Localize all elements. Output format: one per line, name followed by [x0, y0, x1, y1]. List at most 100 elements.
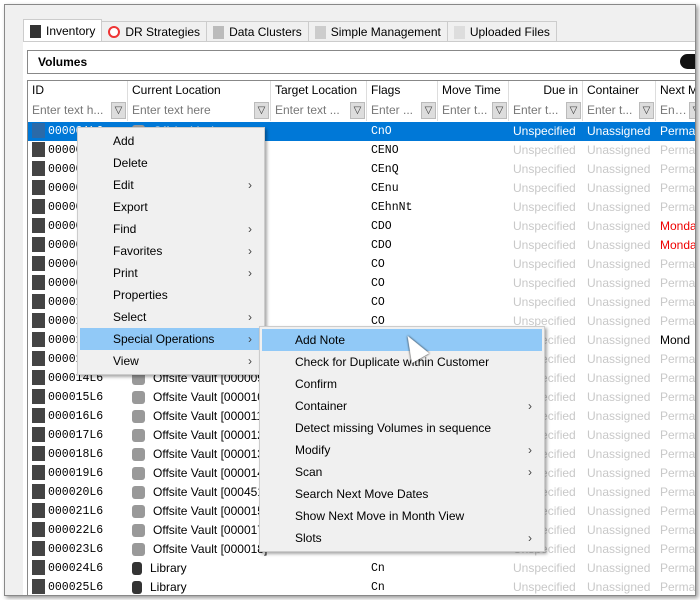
container: Unassigned — [583, 160, 656, 179]
due-in: Unspecified — [509, 160, 583, 179]
flags: CDO — [367, 217, 438, 236]
due-in: Unspecified — [509, 217, 583, 236]
menu-item-check-for-duplicate-within-customer[interactable]: Check for Duplicate within Customer — [262, 351, 542, 373]
move-time — [438, 255, 509, 274]
menu-item-show-next-move-in-month-view[interactable]: Show Next Move in Month View — [262, 505, 542, 527]
filter-icon[interactable]: ▽ — [639, 102, 654, 119]
container-text: Unassigned — [587, 447, 651, 461]
column-header-flags[interactable]: Flags — [367, 81, 438, 101]
current-location: Offsite Vault [000011 — [128, 407, 271, 426]
filter-input[interactable]: Enter ...▽ — [656, 101, 695, 121]
filter-icon[interactable]: ▽ — [350, 102, 365, 119]
column-header-current-location[interactable]: Current Location — [128, 81, 271, 101]
menu-item-search-next-move-dates[interactable]: Search Next Move Dates — [262, 483, 542, 505]
next-move-text: Perma — [660, 485, 696, 499]
filter-icon[interactable]: ▽ — [421, 102, 436, 119]
next-move-text: Perma — [660, 580, 696, 594]
menu-item-find[interactable]: Find › — [80, 218, 262, 240]
tab-simple-management[interactable]: Simple Management — [307, 21, 448, 42]
menu-item-edit[interactable]: Edit › — [80, 174, 262, 196]
target-location — [271, 217, 367, 236]
target-location — [271, 236, 367, 255]
table-row[interactable]: 000025L6 Library Cn Unspecified Unassigned Pe… — [28, 578, 696, 595]
volume-icon — [32, 332, 45, 348]
menu-item-delete[interactable]: Delete — [80, 152, 262, 174]
menu-item-add[interactable]: Add — [80, 130, 262, 152]
volume-icon — [32, 370, 45, 386]
menu-item-confirm[interactable]: Confirm — [262, 373, 542, 395]
menu-item-label: Container — [295, 399, 348, 413]
menu-item-slots[interactable]: Slots › — [262, 527, 542, 549]
tab-uploaded-files[interactable]: Uploaded Files — [446, 21, 557, 42]
volume-id-text: 000020L6 — [48, 486, 104, 499]
menu-item-print[interactable]: Print › — [80, 262, 262, 284]
filter-icon[interactable]: ▽ — [566, 102, 581, 119]
filter-placeholder: Enter t... — [442, 103, 488, 117]
move-time — [438, 559, 509, 578]
next-move: Perma — [656, 141, 695, 160]
menu-item-select[interactable]: Select › — [80, 306, 262, 328]
menu-item-modify[interactable]: Modify › — [262, 439, 542, 461]
filter-icon[interactable]: ▽ — [254, 102, 269, 119]
column-header-next-m[interactable]: Next M — [656, 81, 695, 101]
tab-inventory[interactable]: Inventory — [23, 19, 103, 42]
flags-text: CEnQ — [371, 163, 399, 176]
next-move-text: Perma — [660, 390, 696, 404]
menu-item-export[interactable]: Export — [80, 196, 262, 218]
column-header-target-location[interactable]: Target Location — [271, 81, 367, 101]
filter-input[interactable]: Enter text h... ▽ — [28, 101, 128, 121]
filter-icon[interactable]: ▽ — [492, 102, 507, 119]
target-location — [271, 141, 367, 160]
table-row[interactable]: 000024L6 Library Cn Unspecified Unassigned Pe… — [28, 559, 695, 578]
flags-text: Cn — [371, 581, 385, 594]
menu-item-detect-missing-volumes-in-sequence[interactable]: Detect missing Volumes in sequence — [262, 417, 542, 439]
volume-icon — [32, 541, 45, 557]
column-header-id[interactable]: ID — [28, 81, 128, 101]
chevron-right-icon: › — [528, 465, 532, 479]
menu-item-label: Search Next Move Dates — [295, 487, 429, 501]
flags: CO — [367, 255, 438, 274]
menu-item-special-operations[interactable]: Special Operations › — [80, 328, 262, 350]
container-text: Unassigned — [587, 371, 651, 385]
filter-icon[interactable]: ▽ — [111, 102, 126, 119]
filter-input[interactable]: Enter text here ▽ — [128, 101, 271, 121]
volume-id: 000021L6 — [28, 502, 128, 521]
container-text: Unassigned — [587, 257, 651, 271]
chevron-right-icon: › — [528, 531, 532, 545]
next-move: Perma — [656, 160, 695, 179]
filter-input[interactable]: Enter t... ▽ — [583, 101, 656, 121]
filter-input[interactable]: Enter t... ▽ — [509, 101, 583, 121]
current-location-text: Offsite Vault [000015 — [153, 504, 264, 518]
volume-id-text: 000019L6 — [48, 467, 104, 480]
filter-icon[interactable]: ▽ — [689, 102, 695, 119]
menu-item-view[interactable]: View › — [80, 350, 262, 372]
menu-item-favorites[interactable]: Favorites › — [80, 240, 262, 262]
vault-icon — [132, 448, 145, 462]
menu-item-label: Export — [113, 200, 148, 214]
next-move-text: Perma — [660, 428, 696, 442]
container: Unassigned — [583, 274, 656, 293]
column-header-due-in[interactable]: Due in — [509, 81, 583, 101]
tab-data-clusters[interactable]: Data Clusters — [206, 21, 309, 42]
menu-item-properties[interactable]: Properties — [80, 284, 262, 306]
filter-input[interactable]: Enter t... ▽ — [438, 101, 509, 121]
filter-input[interactable]: Enter ...▽ — [367, 101, 438, 121]
filter-input[interactable]: Enter text ... ▽ — [271, 101, 367, 121]
menu-item-label: Special Operations — [113, 332, 215, 346]
tab-dr-strategies[interactable]: DR Strategies — [101, 21, 208, 42]
filter-placeholder: Enter t... — [587, 103, 633, 117]
menu-item-label: Confirm — [295, 377, 338, 391]
menu-item-container[interactable]: Container › — [262, 395, 542, 417]
menu-item-scan[interactable]: Scan › — [262, 461, 542, 483]
tab-label: Simple Management — [330, 25, 441, 39]
volume-id: 000018L6 — [28, 445, 128, 464]
chevron-right-icon: › — [528, 443, 532, 457]
column-header-move-time[interactable]: Move Time — [438, 81, 509, 101]
volume-icon — [32, 294, 45, 310]
volume-id-text: 000024L6 — [48, 562, 104, 575]
column-header-container[interactable]: Container — [583, 81, 656, 101]
container-text: Unassigned — [587, 352, 651, 366]
current-location: Offsite Vault [000451 — [128, 483, 271, 502]
layout-badge[interactable] — [680, 54, 695, 69]
vault-icon — [132, 410, 145, 424]
